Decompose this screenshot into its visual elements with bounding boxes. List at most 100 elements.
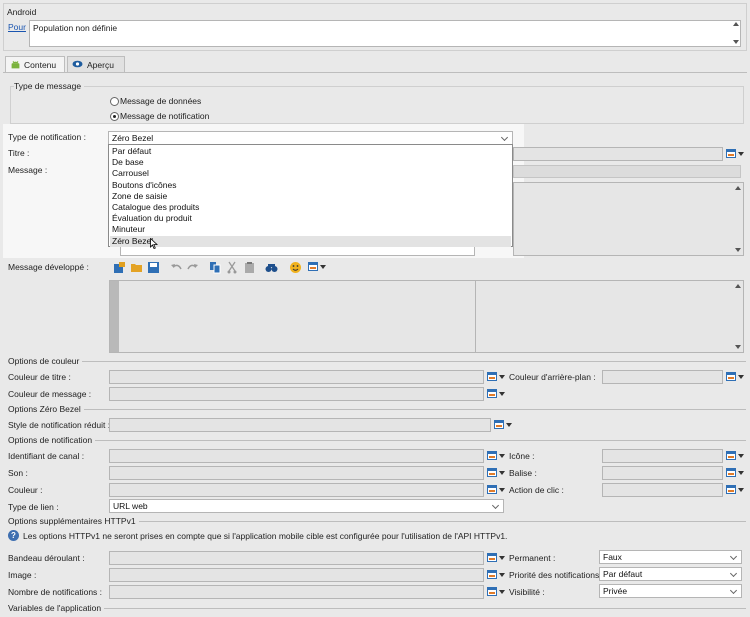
insert-image-icon[interactable] [113,261,126,274]
dropdown-option[interactable]: Boutons d'icônes [110,180,511,191]
dropdown-arrow-icon [738,488,744,492]
title-input[interactable] [513,147,723,161]
notif-type-dropdown: Par défaut De base Carrousel Boutons d'icôn… [108,144,513,249]
dropdown-arrow-icon [738,375,744,379]
radio-notification-message[interactable] [110,112,119,121]
channel-id-picker[interactable] [487,450,505,462]
dropdown-arrow-icon [499,471,505,475]
notification-count-input[interactable] [109,585,484,599]
notif-type-select[interactable]: Zéro Bezel [108,131,513,145]
channel-id-input[interactable] [109,449,484,463]
message-color-picker[interactable] [487,388,505,400]
dropdown-option[interactable]: Zéro Bezel [110,235,511,249]
personalize-icon [726,485,736,494]
chevron-down-icon[interactable] [729,585,739,597]
tab-contenu[interactable]: Contenu [5,56,65,72]
message-label: Message : [8,165,48,175]
chevron-down-icon[interactable] [491,500,501,512]
click-action-input[interactable] [602,483,723,497]
icon-input[interactable] [602,449,723,463]
personalize-icon [487,553,497,562]
ticker-input[interactable] [109,551,484,565]
editor-toolbar [110,260,340,276]
click-action-picker[interactable] [726,484,744,496]
notification-options-legend: Options de notification [8,435,96,445]
color-input[interactable] [109,483,484,497]
click-action-label: Action de clic : [509,485,564,495]
expanded-message-editor[interactable] [109,280,744,353]
bg-color-picker[interactable] [726,371,744,383]
priority-select[interactable]: Par défaut [599,567,742,581]
httpv1-legend: Options supplémentaires HTTPv1 [8,516,139,526]
editor-gutter [110,281,119,352]
dropdown-option[interactable]: Minuteur [110,224,511,235]
link-type-select[interactable]: URL web [109,499,504,513]
title-color-input[interactable] [109,370,484,384]
message-editor[interactable] [513,182,744,256]
dropdown-arrow-icon [738,471,744,475]
scroll-up-icon[interactable] [733,22,739,26]
toolbar-personalize-picker[interactable] [308,261,326,273]
find-icon[interactable] [265,261,278,274]
editor-split [475,281,476,352]
paste-icon[interactable] [243,261,256,274]
population-field[interactable]: Population non définie [29,20,741,47]
personalize-icon [726,451,736,460]
title-color-picker[interactable] [487,371,505,383]
dropdown-option[interactable]: Catalogue des produits [110,202,511,213]
undo-icon[interactable] [170,261,183,274]
reduced-style-input[interactable] [109,418,491,432]
ticker-picker[interactable] [487,552,505,564]
message-color-input[interactable] [109,387,484,401]
chevron-down-icon[interactable] [500,132,510,144]
message-color-label: Couleur de message : [8,389,92,399]
message-left-pane[interactable] [120,246,475,256]
color-options-divider [8,361,746,362]
cut-icon[interactable] [226,261,239,274]
reduced-style-picker[interactable] [494,419,512,431]
reduced-style-label: Style de notification réduit : [8,420,111,430]
tag-picker[interactable] [726,467,744,479]
sound-input[interactable] [109,466,484,480]
personalize-icon [487,485,497,494]
open-folder-icon[interactable] [130,261,143,274]
dropdown-option[interactable]: Par défaut [110,146,511,157]
notification-options-divider [8,440,746,441]
tab-apercu[interactable]: Aperçu [67,56,125,72]
notification-count-picker[interactable] [487,586,505,598]
for-link[interactable]: Pour [8,22,26,32]
notification-count-label: Nombre de notifications : [8,587,103,597]
image-input[interactable] [109,568,484,582]
bg-color-input[interactable] [602,370,723,384]
dropdown-option[interactable]: Zone de saisie [110,191,511,202]
scroll-down-icon[interactable] [735,248,741,252]
tab-contenu-label: Contenu [24,60,57,70]
personalize-icon [487,372,497,381]
color-picker[interactable] [487,484,505,496]
icon-picker[interactable] [726,450,744,462]
permanent-select[interactable]: Faux [599,550,742,564]
title-picker[interactable] [726,148,744,160]
visibility-select[interactable]: Privée [599,584,742,598]
redo-icon[interactable] [186,261,199,274]
tag-label: Balise : [509,468,537,478]
dropdown-option[interactable]: Évaluation du produit [110,213,511,224]
chevron-down-icon[interactable] [729,568,739,580]
chevron-down-icon[interactable] [729,551,739,563]
scroll-up-icon[interactable] [735,284,741,288]
radio-data-message[interactable] [110,97,119,106]
scroll-down-icon[interactable] [735,345,741,349]
dropdown-option[interactable]: De base [110,157,511,168]
save-icon[interactable] [147,261,160,274]
tab-divider [3,72,747,73]
image-picker[interactable] [487,569,505,581]
scroll-up-icon[interactable] [735,186,741,190]
dropdown-option[interactable]: Carrousel [110,168,511,179]
copy-icon[interactable] [209,261,222,274]
personalize-icon [726,372,736,381]
scroll-down-icon[interactable] [733,40,739,44]
tag-input[interactable] [602,466,723,480]
sound-picker[interactable] [487,467,505,479]
emoji-icon[interactable] [289,261,302,274]
dropdown-arrow-icon [499,392,505,396]
